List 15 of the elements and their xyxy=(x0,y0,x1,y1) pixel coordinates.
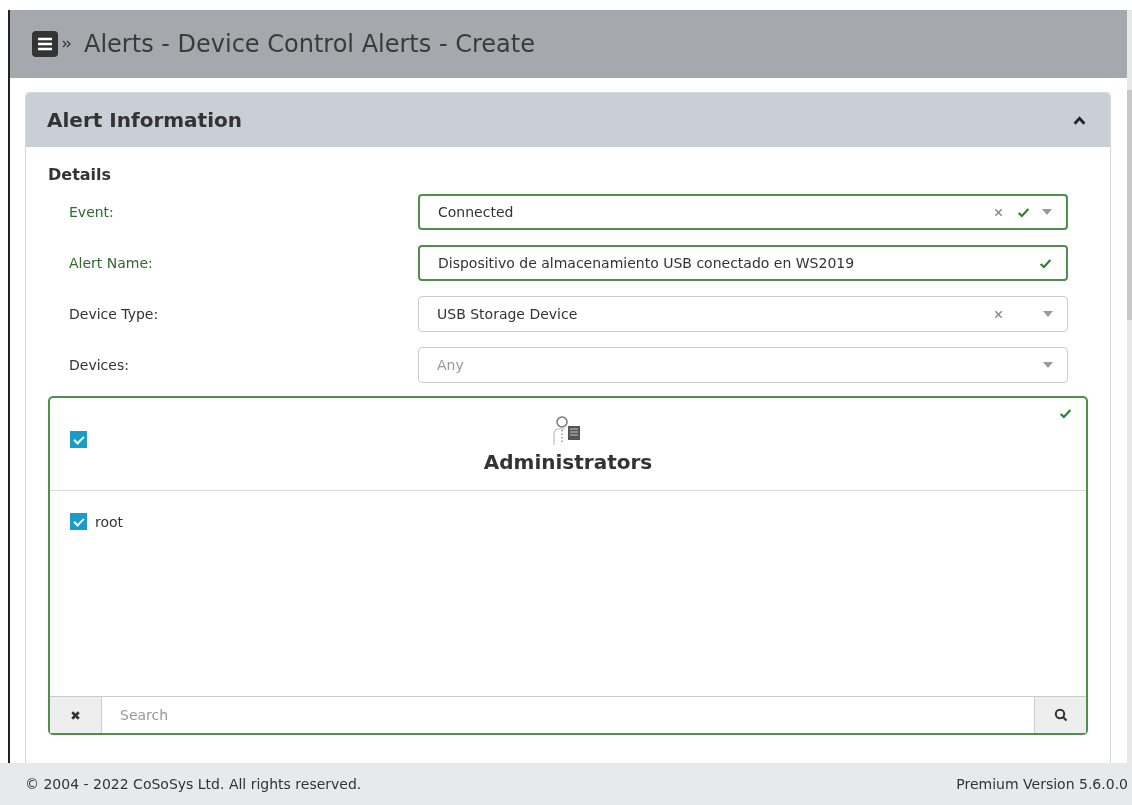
field-label: Device Type: xyxy=(68,306,160,322)
user-name: root xyxy=(95,513,124,530)
version-text: Premium Version 5.6.0.0 xyxy=(956,776,1128,792)
panel-title: Alert Information xyxy=(47,108,242,132)
group-title: Administrators xyxy=(483,450,653,474)
page-title: Alerts - Device Control Alerts - Create xyxy=(84,30,535,58)
field-label: Alert Name: xyxy=(68,255,154,271)
field-label: Event: xyxy=(68,204,115,220)
copyright-text: © 2004 - 2022 CoSoSys Ltd. All rights reserved. xyxy=(25,776,362,792)
text-field[interactable]: Dispositivo de almacenamiento USB conectado en WS2019 xyxy=(418,245,1068,281)
field-label: Devices: xyxy=(68,357,130,373)
panel-header[interactable]: Alert Information xyxy=(26,93,1110,147)
section-title: Details xyxy=(48,165,113,184)
dropdown-field[interactable]: Connected xyxy=(418,194,1068,230)
dropdown-field[interactable]: USB Storage Device xyxy=(418,296,1068,332)
